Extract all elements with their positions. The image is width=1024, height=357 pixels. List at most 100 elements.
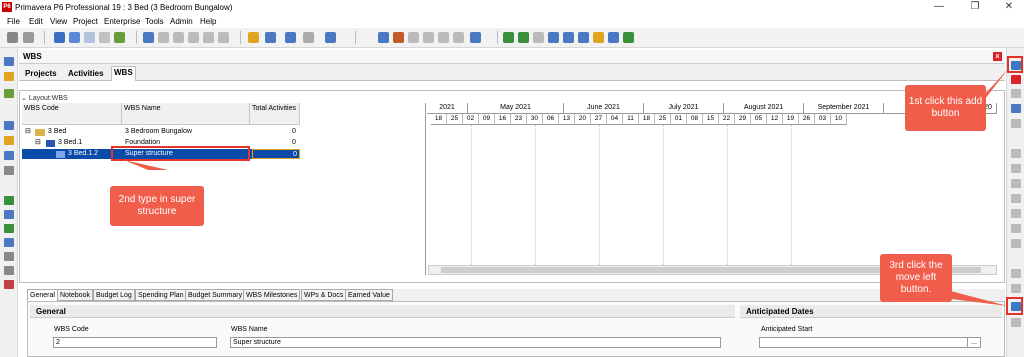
table-row[interactable]: ⊟ 3 Bed 3 Bedroom Bungalow 0 xyxy=(22,127,426,137)
collapse-icon[interactable]: ⊟ xyxy=(25,127,31,137)
tab-budget-log[interactable]: Budget Log xyxy=(93,289,135,301)
bottom-layout-icon[interactable] xyxy=(563,32,574,43)
network-view-icon[interactable] xyxy=(84,32,95,43)
undo-icon[interactable] xyxy=(218,32,229,43)
wbs-icon[interactable] xyxy=(4,121,14,130)
bars-icon[interactable] xyxy=(248,32,259,43)
summarize-icon[interactable] xyxy=(453,32,464,43)
apply-actuals-icon[interactable] xyxy=(438,32,449,43)
assign-6-icon[interactable] xyxy=(1011,224,1021,233)
table-view-icon[interactable] xyxy=(54,32,65,43)
help-icon[interactable] xyxy=(623,32,634,43)
issues-icon[interactable] xyxy=(4,210,14,219)
reports-dock-icon[interactable] xyxy=(4,166,14,175)
level-icon[interactable] xyxy=(393,32,404,43)
copy-icon[interactable] xyxy=(173,32,184,43)
restore-button[interactable]: ❐ xyxy=(960,0,990,15)
tab-wbs-milestones[interactable]: WBS Milestones xyxy=(243,289,301,301)
assign-icon[interactable] xyxy=(1011,149,1021,158)
assign-4-icon[interactable] xyxy=(1011,194,1021,203)
menu-edit[interactable]: Edit xyxy=(29,16,43,27)
menu-admin[interactable]: Admin xyxy=(170,16,193,27)
menu-project[interactable]: Project xyxy=(73,16,98,27)
zoom-out-icon[interactable] xyxy=(518,32,529,43)
wbs-code-field[interactable]: 2 xyxy=(53,337,217,348)
copy-wbs-icon[interactable] xyxy=(1011,104,1021,113)
tab-projects[interactable]: Projects xyxy=(23,68,59,79)
progress-icon[interactable] xyxy=(423,32,434,43)
portfolio-icon[interactable] xyxy=(4,280,14,289)
assign-3-icon[interactable] xyxy=(1011,179,1021,188)
top-layout-icon[interactable] xyxy=(578,32,589,43)
expenses-icon[interactable] xyxy=(4,196,14,205)
assign-7-icon[interactable] xyxy=(1011,239,1021,248)
tab-spending-plan[interactable]: Spending Plan xyxy=(135,289,187,301)
column-header-wbs-name[interactable]: WBS Name xyxy=(122,103,250,125)
schedule-icon[interactable] xyxy=(378,32,389,43)
collapse-icon[interactable]: ⊟ xyxy=(35,138,41,148)
move-right-icon[interactable] xyxy=(1011,318,1021,327)
layout-icon[interactable] xyxy=(325,32,336,43)
cut-wbs-icon[interactable] xyxy=(1011,89,1021,98)
assign-2-icon[interactable] xyxy=(1011,164,1021,173)
move-up-icon[interactable] xyxy=(1011,269,1021,278)
timescale-icon[interactable] xyxy=(470,32,481,43)
delete-wbs-icon[interactable] xyxy=(1011,75,1021,84)
projects-icon[interactable] xyxy=(4,72,14,81)
delete-icon[interactable] xyxy=(203,32,214,43)
risks-icon[interactable] xyxy=(4,224,14,233)
total-activities: 0 xyxy=(292,128,296,135)
tab-earned-value[interactable]: Earned Value xyxy=(345,289,393,301)
layout-chevron-icon: ⌄ xyxy=(21,95,29,102)
notes-icon[interactable] xyxy=(593,32,604,43)
print-icon[interactable] xyxy=(7,32,18,43)
activities-icon[interactable] xyxy=(4,89,14,98)
cut-icon[interactable] xyxy=(158,32,169,43)
store-period-icon[interactable] xyxy=(408,32,419,43)
close-button[interactable]: ✕ xyxy=(994,0,1024,15)
column-header-total-activities[interactable]: Total Activities xyxy=(250,103,300,125)
minimize-button[interactable]: — xyxy=(924,0,954,15)
tab-wps-docs[interactable]: WPs & Docs xyxy=(301,289,347,301)
link-icon[interactable] xyxy=(99,32,110,43)
day-header: 30 xyxy=(527,114,543,125)
paste-icon[interactable] xyxy=(188,32,199,43)
zoom-fit-icon[interactable] xyxy=(533,32,544,43)
move-down-icon[interactable] xyxy=(1011,284,1021,293)
home-icon[interactable] xyxy=(4,57,14,66)
assign-5-icon[interactable] xyxy=(1011,209,1021,218)
layout-label[interactable]: ⌄ Layout:WBS xyxy=(21,94,425,103)
tab-budget-summary[interactable]: Budget Summary xyxy=(185,289,246,301)
columns-icon[interactable] xyxy=(265,32,276,43)
resources-icon[interactable] xyxy=(4,136,14,145)
print-preview-icon[interactable] xyxy=(23,32,34,43)
documents-icon[interactable] xyxy=(4,252,14,261)
paste-wbs-icon[interactable] xyxy=(1011,119,1021,128)
menu-tools[interactable]: Tools xyxy=(145,16,164,27)
group-icon[interactable] xyxy=(303,32,314,43)
tab-notebook[interactable]: Notebook xyxy=(57,289,93,301)
filter-icon[interactable] xyxy=(285,32,296,43)
tracking-icon[interactable] xyxy=(4,151,14,160)
zoom-in-icon[interactable] xyxy=(503,32,514,43)
anticipated-start-field[interactable] xyxy=(759,337,981,348)
date-picker-button[interactable]: ... xyxy=(967,337,981,348)
chart-icon[interactable] xyxy=(114,32,125,43)
codes-icon[interactable] xyxy=(4,266,14,275)
details-icon[interactable] xyxy=(548,32,559,43)
menu-enterprise[interactable]: Enterprise xyxy=(104,16,140,27)
tab-activities[interactable]: Activities xyxy=(66,68,106,79)
menu-view[interactable]: View xyxy=(50,16,67,27)
section-anticipated-header: Anticipated Dates xyxy=(740,305,1002,318)
menu-file[interactable]: File xyxy=(7,16,20,27)
menu-help[interactable]: Help xyxy=(200,16,216,27)
column-header-wbs-code[interactable]: WBS Code xyxy=(22,103,122,125)
find-icon[interactable] xyxy=(143,32,154,43)
reports-icon[interactable] xyxy=(608,32,619,43)
tab-wbs[interactable]: WBS xyxy=(111,66,136,81)
thresholds-icon[interactable] xyxy=(4,238,14,247)
tab-general[interactable]: General xyxy=(27,289,58,301)
panel-close-icon[interactable]: x xyxy=(993,52,1002,61)
wbs-name-field[interactable]: Super structure xyxy=(230,337,721,348)
gantt-view-icon[interactable] xyxy=(69,32,80,43)
